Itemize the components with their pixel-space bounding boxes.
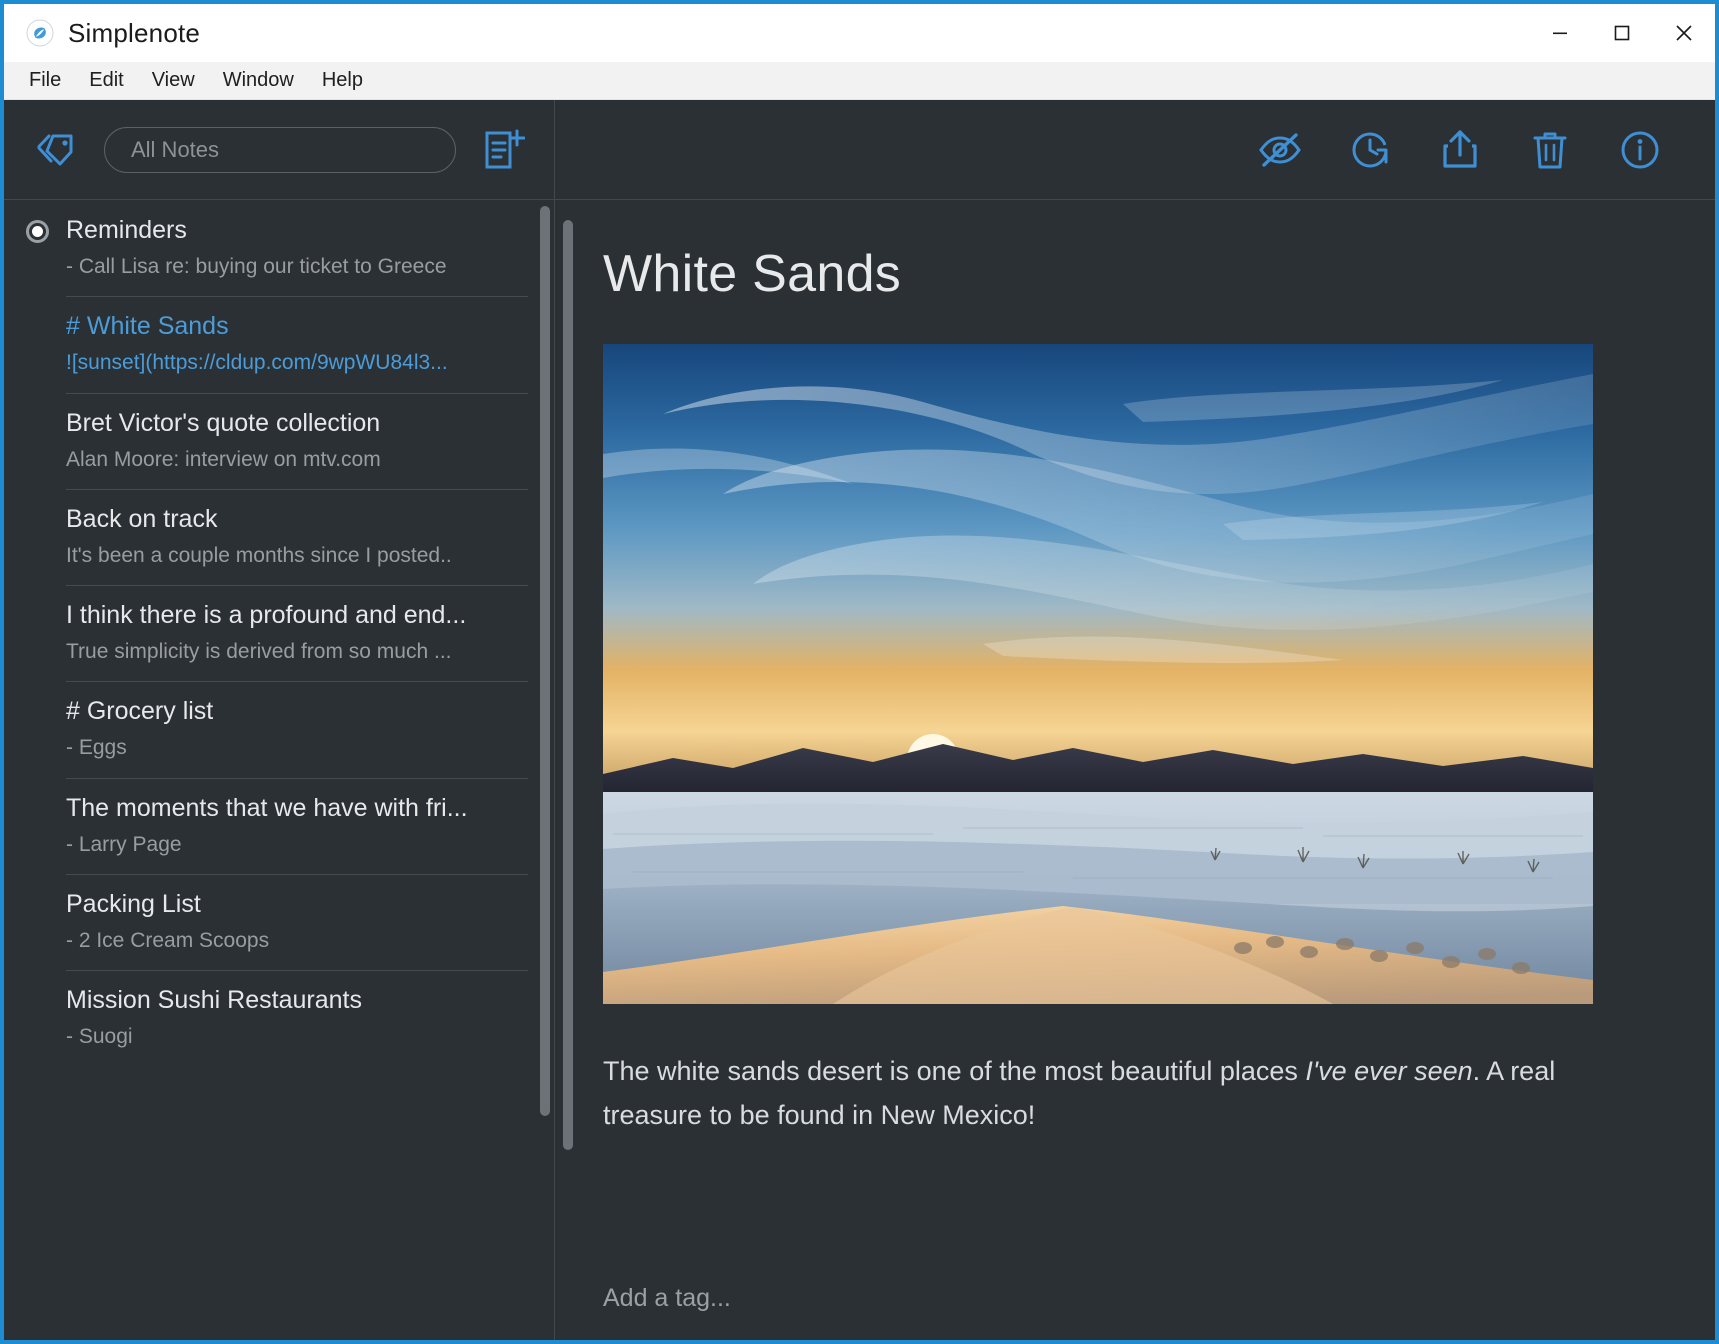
main-body: Reminders - Call Lisa re: buying our tic… xyxy=(4,100,1715,1340)
menu-item-window[interactable]: Window xyxy=(210,65,307,96)
menu-item-file[interactable]: File xyxy=(16,65,74,96)
note-title: Mission Sushi Restaurants xyxy=(66,984,524,1016)
note-title: # Grocery list xyxy=(66,695,524,727)
editor-toolbar xyxy=(555,100,1715,200)
note-list-item-selected[interactable]: # White Sands ![sunset](https://cldup.co… xyxy=(4,296,554,392)
maximize-button[interactable] xyxy=(1591,4,1653,62)
note-list-item[interactable]: Mission Sushi Restaurants - Suogi xyxy=(4,970,554,1066)
note-heading: White Sands xyxy=(603,244,1655,304)
new-note-icon[interactable] xyxy=(478,124,530,176)
simplenote-window: Simplenote File Edit View Window Help xyxy=(0,0,1719,1344)
note-preview: - Larry Page xyxy=(66,832,524,858)
menu-bar: File Edit View Window Help xyxy=(4,62,1715,100)
note-title: I think there is a profound and end... xyxy=(66,599,524,631)
search-input[interactable] xyxy=(131,137,429,163)
add-tag-input[interactable] xyxy=(603,1284,1003,1313)
note-list-item[interactable]: Bret Victor's quote collection Alan Moor… xyxy=(4,393,554,489)
menu-item-edit[interactable]: Edit xyxy=(76,65,136,96)
tag-bar xyxy=(555,1256,1715,1340)
note-body-emphasis: I've ever seen xyxy=(1305,1056,1472,1086)
note-title: The moments that we have with fri... xyxy=(66,792,524,824)
window-controls xyxy=(1529,4,1715,62)
minimize-button[interactable] xyxy=(1529,4,1591,62)
info-icon[interactable] xyxy=(1609,119,1671,181)
note-list-item[interactable]: The moments that we have with fri... - L… xyxy=(4,778,554,874)
sidebar-toolbar xyxy=(4,100,554,200)
share-icon[interactable] xyxy=(1429,119,1491,181)
title-bar: Simplenote xyxy=(4,4,1715,62)
note-list-item[interactable]: I think there is a profound and end... T… xyxy=(4,585,554,681)
note-title: Bret Victor's quote collection xyxy=(66,407,524,439)
note-list-scrollbar[interactable] xyxy=(540,200,550,1340)
note-preview: True simplicity is derived from so much … xyxy=(66,639,524,665)
note-editor-pane: White Sands xyxy=(555,100,1715,1340)
note-preview: Alan Moore: interview on mtv.com xyxy=(66,447,524,473)
note-bullet-icon xyxy=(26,220,49,243)
note-list-inner: Reminders - Call Lisa re: buying our tic… xyxy=(4,200,554,1066)
menu-item-help[interactable]: Help xyxy=(309,65,376,96)
note-preview: - Call Lisa re: buying our ticket to Gre… xyxy=(66,254,524,280)
note-body-part-1: The white sands desert is one of the mos… xyxy=(603,1056,1305,1086)
note-preview: ![sunset](https://cldup.com/9wpWU84l3... xyxy=(66,350,524,376)
menu-item-view[interactable]: View xyxy=(139,65,208,96)
scrollbar-thumb[interactable] xyxy=(563,220,573,1150)
search-box[interactable] xyxy=(104,127,456,173)
scrollbar-thumb[interactable] xyxy=(540,206,550,1116)
history-icon[interactable] xyxy=(1339,119,1401,181)
note-preview: It's been a couple months since I posted… xyxy=(66,543,524,569)
trash-icon[interactable] xyxy=(1519,119,1581,181)
note-list-item[interactable]: # Grocery list - Eggs xyxy=(4,681,554,777)
note-preview: - Eggs xyxy=(66,735,524,761)
app-title: Simplenote xyxy=(68,18,200,49)
eye-off-icon[interactable] xyxy=(1249,119,1311,181)
note-editor[interactable]: White Sands xyxy=(555,200,1715,1256)
tags-icon[interactable] xyxy=(28,123,82,177)
note-list-item[interactable]: Back on track It's been a couple months … xyxy=(4,489,554,585)
note-preview: - Suogi xyxy=(66,1024,524,1050)
note-list[interactable]: Reminders - Call Lisa re: buying our tic… xyxy=(4,200,554,1340)
notes-sidebar: Reminders - Call Lisa re: buying our tic… xyxy=(4,100,555,1340)
note-title: Packing List xyxy=(66,888,524,920)
note-title: # White Sands xyxy=(66,310,524,342)
note-title: Back on track xyxy=(66,503,524,535)
simplenote-logo-icon xyxy=(26,19,54,47)
note-preview: - 2 Ice Cream Scoops xyxy=(66,928,524,954)
note-title: Reminders xyxy=(66,214,524,246)
note-list-item[interactable]: Packing List - 2 Ice Cream Scoops xyxy=(4,874,554,970)
note-body: The white sands desert is one of the mos… xyxy=(603,1050,1593,1137)
editor-scrollbar[interactable] xyxy=(563,200,573,1256)
note-list-item[interactable]: Reminders - Call Lisa re: buying our tic… xyxy=(4,200,554,296)
close-button[interactable] xyxy=(1653,4,1715,62)
note-image xyxy=(603,344,1593,1004)
